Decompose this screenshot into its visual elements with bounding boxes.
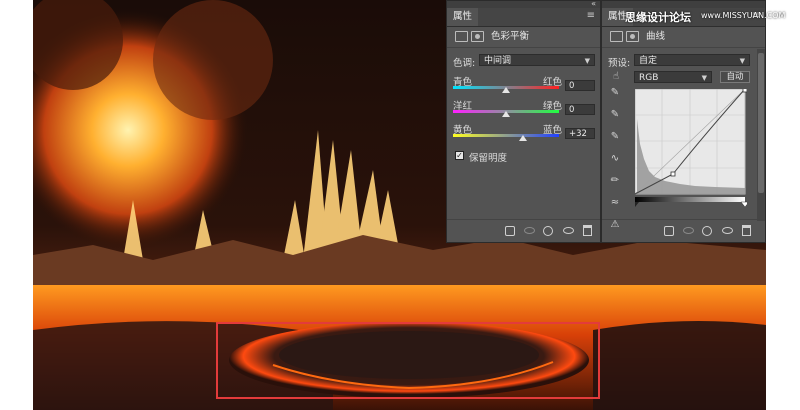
chevron-down-icon: ▼ <box>701 74 707 82</box>
view-previous-icon[interactable] <box>524 227 535 234</box>
color-balance-properties-panel: « 属性 ≡ 色彩平衡 色调: 中间调 ▼ 青色 红色 0 洋红 绿色 0 黄色… <box>446 0 601 243</box>
panel-tab-bar: 属性 ≡ <box>447 8 600 27</box>
smooth-icon[interactable]: ≈ <box>608 196 622 210</box>
collapse-icon[interactable]: « <box>591 0 596 8</box>
curves-properties-panel: 属性 ≡ 曲线 预设: 自定 ▼ ☝ RGB ▼ 自动 ✎ ✎ ✎ ∿ ✏ ≈ … <box>601 0 766 243</box>
highlight-annotation-box <box>216 322 600 399</box>
preserve-luminosity-checkbox[interactable]: ✓ <box>455 151 464 160</box>
layer-mask-icon[interactable] <box>471 31 484 42</box>
clip-to-layer-icon[interactable] <box>505 226 515 236</box>
view-previous-icon[interactable] <box>683 227 694 234</box>
tone-label: 色调: <box>453 58 476 69</box>
channel-dropdown[interactable]: RGB ▼ <box>634 71 712 83</box>
eyedropper-gray-icon[interactable]: ✎ <box>608 108 622 122</box>
adjustment-title: 曲线 <box>646 31 666 42</box>
adjustment-header: 曲线 <box>602 27 765 48</box>
yellow-blue-slider-thumb[interactable] <box>519 135 527 141</box>
panel-scrollbar[interactable] <box>757 49 765 221</box>
visibility-eye-icon[interactable] <box>722 227 733 234</box>
panel-scroll-thumb[interactable] <box>758 53 764 193</box>
clip-to-layer-icon[interactable] <box>664 226 674 236</box>
panel-footer <box>602 219 765 242</box>
trash-icon[interactable] <box>742 225 751 236</box>
curves-tool-column: ✎ ✎ ✎ ∿ ✏ ≈ ⚠ <box>608 86 624 240</box>
visibility-eye-icon[interactable] <box>563 227 574 234</box>
layer-mask-icon[interactable] <box>626 31 639 42</box>
reset-icon[interactable] <box>543 226 553 236</box>
adjustment-title: 色彩平衡 <box>491 31 530 42</box>
color-balance-adjustment-icon <box>455 31 468 42</box>
panel-footer <box>447 219 600 242</box>
chevron-down-icon: ▼ <box>739 57 745 65</box>
curves-graph[interactable] <box>635 89 747 207</box>
panel-menu-icon[interactable]: ≡ <box>587 11 595 21</box>
tone-dropdown[interactable]: 中间调 ▼ <box>479 54 595 66</box>
curves-adjustment-icon <box>610 31 623 42</box>
watermark-text: 思缘设计论坛 <box>625 11 691 24</box>
cyan-red-value-field[interactable]: 0 <box>565 80 595 91</box>
tab-properties[interactable]: 属性 <box>447 8 479 26</box>
adjustment-header: 色彩平衡 <box>447 27 600 48</box>
yellow-blue-value-field[interactable]: +32 <box>565 128 595 139</box>
magenta-green-value-field[interactable]: 0 <box>565 104 595 115</box>
target-adjust-hand-icon[interactable]: ☝ <box>609 70 623 84</box>
trash-icon[interactable] <box>583 225 592 236</box>
eyedropper-black-icon[interactable]: ✎ <box>608 86 622 100</box>
white-point-slider <box>740 201 747 207</box>
tone-dropdown-value: 中间调 <box>484 56 512 66</box>
reset-icon[interactable] <box>702 226 712 236</box>
curve-control-point <box>670 171 676 177</box>
auto-button[interactable]: 自动 <box>720 71 750 83</box>
curve-point-icon[interactable]: ∿ <box>608 152 622 166</box>
magenta-green-slider-thumb[interactable] <box>502 111 510 117</box>
eyedropper-white-icon[interactable]: ✎ <box>608 130 622 144</box>
watermark-url: www.MISSYUAN.COM <box>701 11 786 20</box>
preserve-luminosity-label: 保留明度 <box>469 153 508 164</box>
pencil-icon[interactable]: ✏ <box>608 174 622 188</box>
curve-endpoint <box>742 89 747 93</box>
channel-dropdown-value: RGB <box>639 73 659 83</box>
preset-label: 预设: <box>608 58 631 69</box>
yellow-blue-slider-track[interactable] <box>453 134 559 137</box>
preset-dropdown-value: 自定 <box>639 56 658 66</box>
input-gradient-bar <box>635 197 745 202</box>
black-point-slider <box>635 202 639 207</box>
chevron-down-icon: ▼ <box>584 57 590 65</box>
preset-dropdown[interactable]: 自定 ▼ <box>634 54 750 66</box>
panel-top-strip <box>602 1 765 8</box>
panel-top-strip: « <box>447 0 600 8</box>
cyan-red-slider-thumb[interactable] <box>502 87 510 93</box>
